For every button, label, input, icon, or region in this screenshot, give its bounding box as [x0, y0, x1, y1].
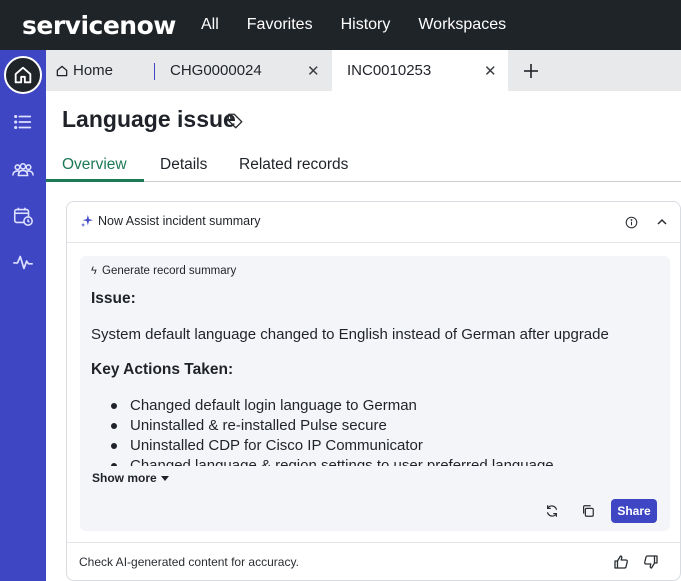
- sidebar-item-schedule[interactable]: [11, 204, 35, 228]
- card-header: Now Assist incident summary: [67, 202, 680, 243]
- tab-chg-label: CHG0000024: [170, 62, 262, 79]
- chevron-down-icon: [160, 475, 169, 481]
- refresh-icon[interactable]: [545, 504, 559, 518]
- info-icon[interactable]: [625, 216, 638, 229]
- tab-overview[interactable]: Overview: [62, 156, 127, 174]
- record-title: Language issue: [62, 106, 236, 132]
- sparkle-icon: [80, 214, 94, 228]
- nav-all[interactable]: All: [201, 16, 219, 34]
- copy-icon[interactable]: [581, 504, 595, 518]
- list-item: Changed default login language to German: [110, 396, 630, 416]
- thumbs-up-icon[interactable]: [613, 554, 629, 570]
- thumbs-down-icon[interactable]: [643, 554, 659, 570]
- tab-home-label: Home: [73, 62, 114, 79]
- share-button[interactable]: Share: [611, 499, 657, 523]
- show-more-label: Show more: [92, 471, 157, 485]
- list-item: Uninstalled CDP for Cisco IP Communicato…: [110, 436, 630, 456]
- show-more-button[interactable]: Show more: [92, 471, 169, 485]
- tab-chg0000024[interactable]: CHG0000024 ✕: [155, 50, 331, 91]
- new-tab-button[interactable]: [516, 50, 546, 91]
- summary-panel: ϟ Generate record summary Issue: System …: [80, 256, 670, 531]
- ai-disclaimer: Check AI-generated content for accuracy.: [79, 555, 299, 569]
- nav-favorites[interactable]: Favorites: [247, 16, 313, 34]
- tab-bar: Home CHG0000024 ✕ INC0010253 ✕: [46, 50, 681, 91]
- active-tab-indicator: [46, 179, 144, 182]
- list-item: Uninstalled & re-installed Pulse secure: [110, 416, 630, 436]
- people-icon: [12, 162, 34, 177]
- plus-icon: [524, 63, 538, 78]
- sidebar-home-button[interactable]: [4, 56, 42, 94]
- sidebar-item-teams[interactable]: [11, 158, 35, 182]
- generate-summary-label[interactable]: Generate record summary: [102, 265, 236, 277]
- now-assist-card: Now Assist incident summary ϟ Generate r…: [66, 201, 681, 581]
- nav-history[interactable]: History: [341, 16, 391, 34]
- home-icon: [56, 65, 68, 76]
- sidebar-item-list[interactable]: [11, 110, 35, 134]
- card-footer: Check AI-generated content for accuracy.: [67, 542, 680, 581]
- tab-home[interactable]: Home: [46, 50, 154, 91]
- pulse-icon: [13, 255, 33, 270]
- calendar-clock-icon: [13, 207, 33, 226]
- actions-heading: Key Actions Taken:: [91, 361, 234, 378]
- sidebar-item-activity[interactable]: [11, 250, 35, 274]
- actions-list: Changed default login language to German…: [110, 396, 630, 466]
- home-icon: [14, 66, 32, 84]
- record-tabs: Overview Details Related records: [46, 148, 681, 182]
- nav-workspaces[interactable]: Workspaces: [418, 16, 506, 34]
- list-icon: [14, 114, 32, 130]
- servicenow-logo[interactable]: servicenow: [22, 11, 182, 40]
- sidebar: [0, 50, 46, 581]
- chevron-up-icon[interactable]: [656, 217, 668, 227]
- tab-inc0010253[interactable]: INC0010253 ✕: [332, 50, 508, 91]
- sparkle-icon: ϟ: [91, 265, 97, 277]
- list-item: Changed language & region settings to us…: [110, 456, 630, 466]
- tab-details[interactable]: Details: [160, 156, 207, 174]
- tab-inc-label: INC0010253: [347, 62, 432, 79]
- issue-heading: Issue:: [91, 290, 136, 307]
- close-icon[interactable]: ✕: [484, 62, 497, 80]
- issue-text: System default language changed to Engli…: [91, 326, 609, 343]
- close-icon[interactable]: ✕: [307, 62, 320, 80]
- tag-icon[interactable]: [226, 112, 244, 130]
- top-nav: servicenow All Favorites History Workspa…: [0, 0, 681, 50]
- card-title: Now Assist incident summary: [98, 214, 261, 228]
- tab-related-records[interactable]: Related records: [239, 156, 348, 174]
